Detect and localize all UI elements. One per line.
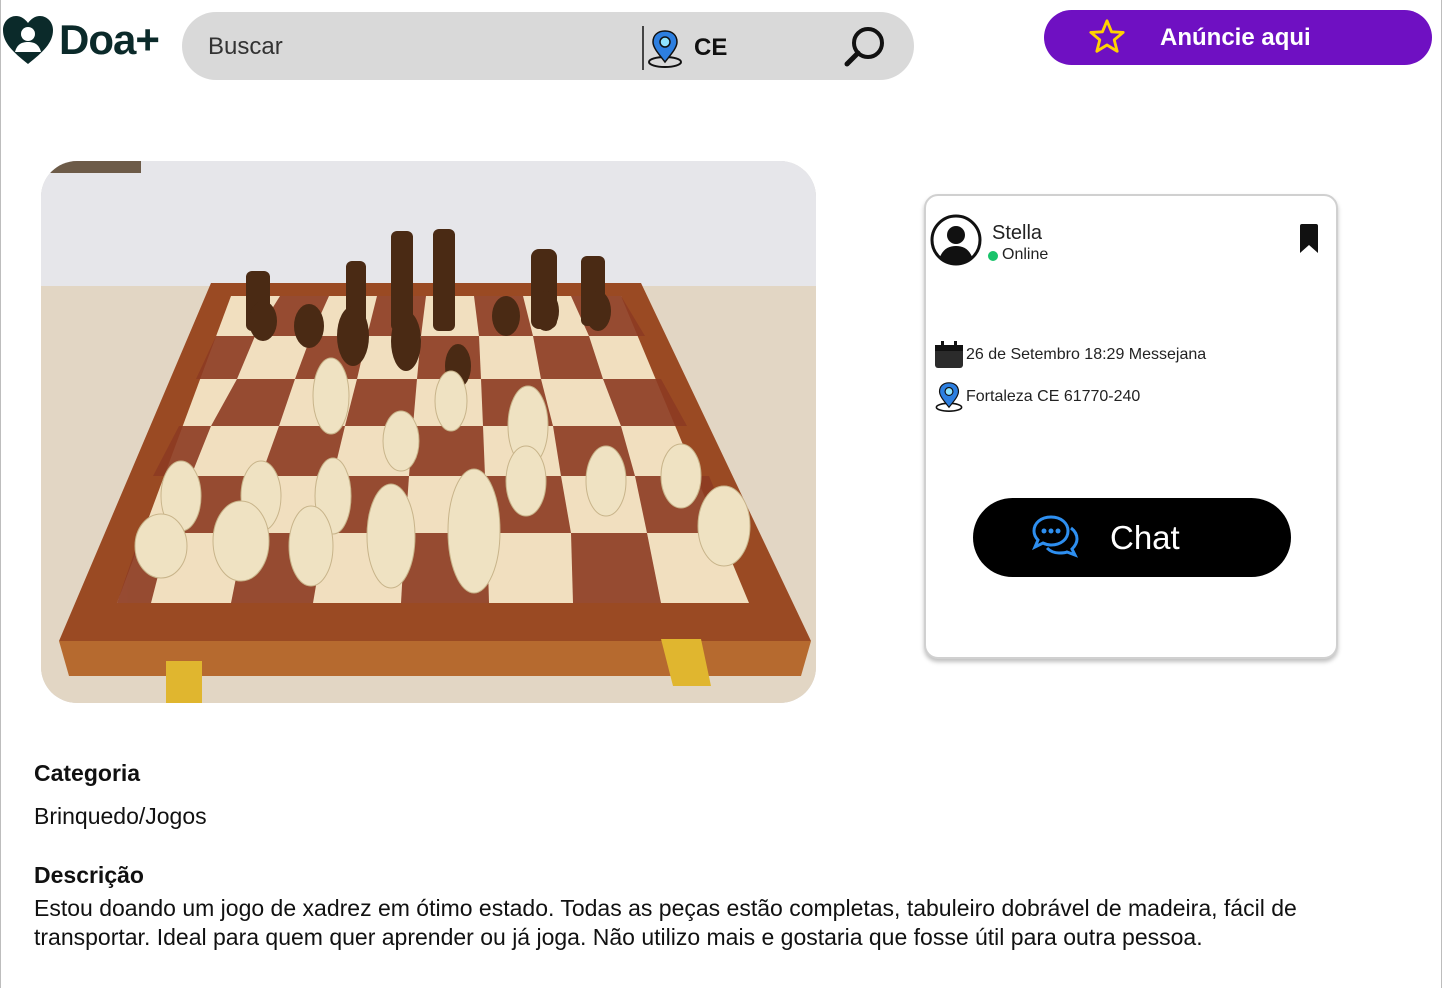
online-status-dot	[988, 251, 998, 261]
chat-bubble-icon	[1032, 515, 1079, 558]
user-avatar-icon[interactable]	[929, 213, 983, 267]
chat-label: Chat	[1110, 519, 1180, 556]
magnifier-icon[interactable]	[842, 24, 888, 70]
address-text: Fortaleza CE 61770-240	[966, 388, 1141, 405]
donor-name[interactable]: Stella	[992, 222, 1042, 245]
search-divider	[642, 26, 644, 70]
product-photo[interactable]	[41, 161, 816, 703]
search-input[interactable]	[206, 26, 610, 68]
brand-name: Doa+	[59, 16, 160, 63]
date-row: 26 de Setembro 18:29 Messejana	[934, 341, 1206, 369]
location-value[interactable]: CE	[694, 34, 727, 62]
advertise-button[interactable]: Anúncie aqui	[1044, 10, 1432, 65]
brand-logo[interactable]: Doa+	[1, 14, 160, 66]
category-title: Categoria	[34, 760, 141, 786]
search-bar: CE	[182, 12, 914, 80]
heart-icon	[3, 16, 53, 64]
location-pin-icon[interactable]	[647, 30, 683, 68]
description-text: Estou doando um jogo de xadrez em ótimo …	[34, 895, 1297, 950]
online-status: Online	[1002, 246, 1049, 263]
calendar-icon	[935, 341, 963, 368]
location-pin-icon	[935, 382, 963, 412]
donor-card: Stella Online 26 de Setembro 18:29 Messe…	[924, 194, 1338, 659]
chess-set-image	[41, 161, 816, 703]
category-value: Brinquedo/Jogos	[34, 803, 207, 829]
date-text: 26 de Setembro 18:29 Messejana	[966, 346, 1207, 363]
star-icon	[1089, 19, 1125, 53]
chat-button[interactable]: Chat	[973, 498, 1291, 577]
bookmark-icon[interactable]	[1299, 224, 1319, 254]
advertise-label: Anúncie aqui	[1160, 24, 1311, 51]
address-row: Fortaleza CE 61770-240	[934, 382, 1140, 412]
description-title: Descrição	[34, 862, 144, 888]
